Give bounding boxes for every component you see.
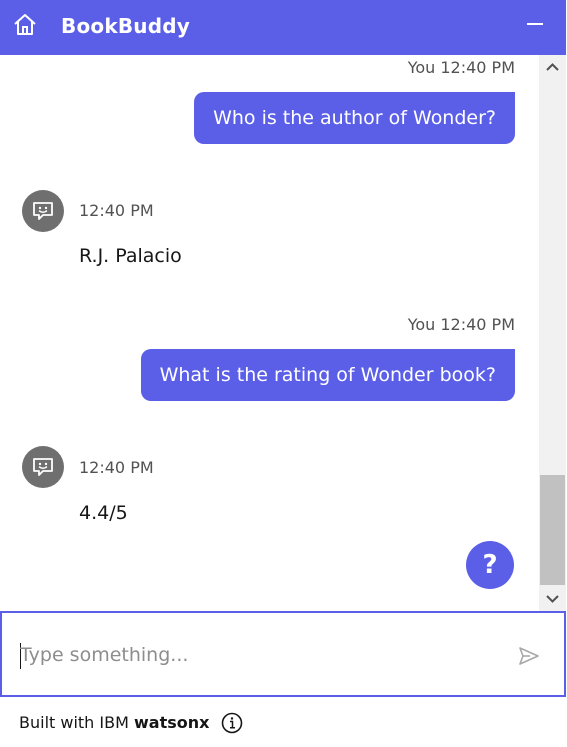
footer-credit: Built with IBM watsonx (19, 712, 209, 734)
footer-brand: watsonx (133, 713, 210, 732)
message-input[interactable] (20, 641, 490, 669)
user-message-bubble: What is the rating of Wonder book? (140, 349, 515, 401)
minimize-button[interactable] (522, 16, 548, 36)
help-button[interactable]: ? (466, 541, 514, 589)
send-icon[interactable] (518, 645, 540, 667)
message-list[interactable]: You 12:40 PM Who is the author of Wonder… (0, 55, 539, 611)
scroll-down-button[interactable] (539, 587, 566, 611)
chat-bot-icon (22, 190, 64, 232)
chat-widget: BookBuddy You 12:40 PM Who is the author… (0, 0, 567, 747)
bot-message-text: R.J. Palacio (79, 245, 182, 267)
info-icon[interactable] (221, 712, 243, 734)
bot-message-time: 12:40 PM (79, 458, 154, 477)
chat-bot-icon (22, 446, 64, 488)
scrollbar[interactable] (539, 55, 566, 611)
home-icon[interactable] (12, 12, 38, 38)
chat-header: BookBuddy (0, 0, 566, 55)
message-input-box[interactable] (0, 611, 566, 697)
user-message-bubble: Who is the author of Wonder? (194, 92, 515, 144)
footer-prefix: Built with IBM (19, 713, 134, 732)
app-title: BookBuddy (61, 14, 190, 38)
user-message-meta: You 12:40 PM (407, 58, 515, 77)
scroll-up-button[interactable] (539, 55, 566, 79)
bot-message-time: 12:40 PM (79, 201, 154, 220)
footer: Built with IBM watsonx (0, 697, 567, 747)
bot-message-text: 4.4/5 (79, 502, 128, 524)
user-message-meta: You 12:40 PM (407, 315, 515, 334)
scroll-thumb[interactable] (540, 475, 565, 585)
